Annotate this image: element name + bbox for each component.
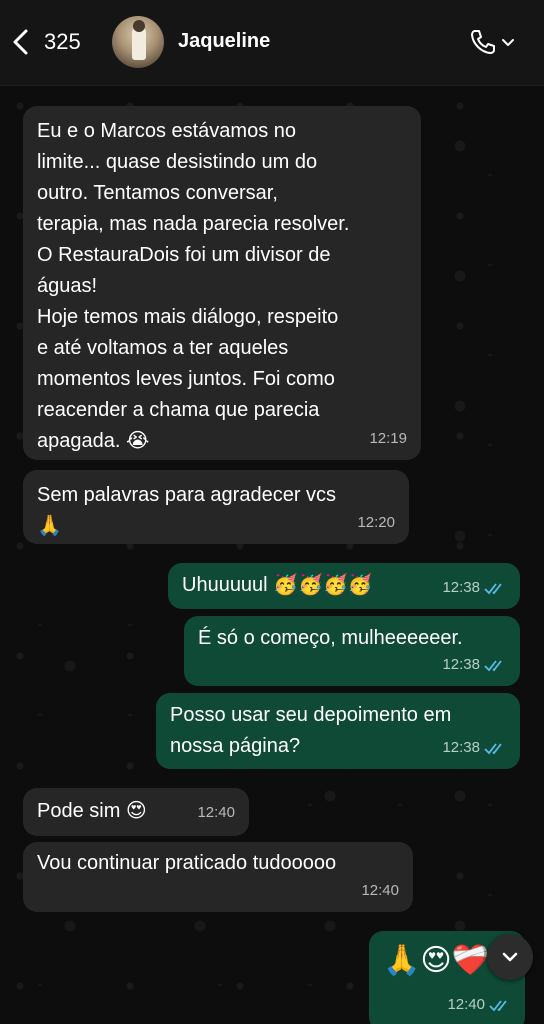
chevron-left-icon xyxy=(13,29,28,55)
message-time: 12:38 xyxy=(442,732,506,763)
message-incoming[interactable]: Sem palavras para agradecer vcs 🙏 12:20 xyxy=(23,470,409,544)
double-check-icon xyxy=(489,1000,507,1012)
message-incoming[interactable]: Pode sim 😍 12:40 xyxy=(23,788,249,836)
call-button[interactable] xyxy=(468,26,528,58)
back-button[interactable]: 325 xyxy=(10,26,110,58)
chat-header: 325 Jaqueline xyxy=(0,0,544,86)
chevron-down-icon xyxy=(502,952,518,962)
message-text: Eu e o Marcos estávamos no limite... qua… xyxy=(37,120,350,452)
double-check-icon xyxy=(484,582,502,594)
message-outgoing[interactable]: Posso usar seu depoimento em nossa págin… xyxy=(156,693,520,769)
message-time: 12:40 xyxy=(361,882,399,899)
message-text: Vou continuar praticado tudooooo xyxy=(37,852,337,874)
message-text: Sem palavras para agradecer vcs 🙏 xyxy=(37,484,337,537)
message-incoming[interactable]: Eu e o Marcos estávamos no limite... qua… xyxy=(23,106,421,460)
message-time: 12:38 xyxy=(442,572,506,603)
message-time: 12:38 xyxy=(442,649,506,680)
message-time: 12:20 xyxy=(357,514,395,531)
message-time: 12:40 xyxy=(447,985,511,1024)
double-check-icon xyxy=(484,659,502,671)
message-outgoing[interactable]: Uhuuuuul 🥳🥳🥳🥳 12:38 xyxy=(168,563,520,609)
contact-name[interactable]: Jaqueline xyxy=(178,30,270,53)
message-outgoing[interactable]: É só o começo, mulheeeeeer. 12:38 xyxy=(184,616,520,686)
scroll-to-bottom-button[interactable] xyxy=(487,934,533,980)
double-check-icon xyxy=(484,742,502,754)
unread-count: 325 xyxy=(44,29,81,54)
chevron-down-icon xyxy=(502,39,514,46)
message-time: 12:40 xyxy=(197,804,235,821)
chat-area[interactable]: Eu e o Marcos estávamos no limite... qua… xyxy=(0,86,544,1024)
avatar[interactable] xyxy=(112,16,164,68)
phone-icon xyxy=(471,30,495,54)
message-incoming[interactable]: Vou continuar praticado tudooooo 12:40 xyxy=(23,842,413,912)
message-time: 12:19 xyxy=(369,430,407,447)
